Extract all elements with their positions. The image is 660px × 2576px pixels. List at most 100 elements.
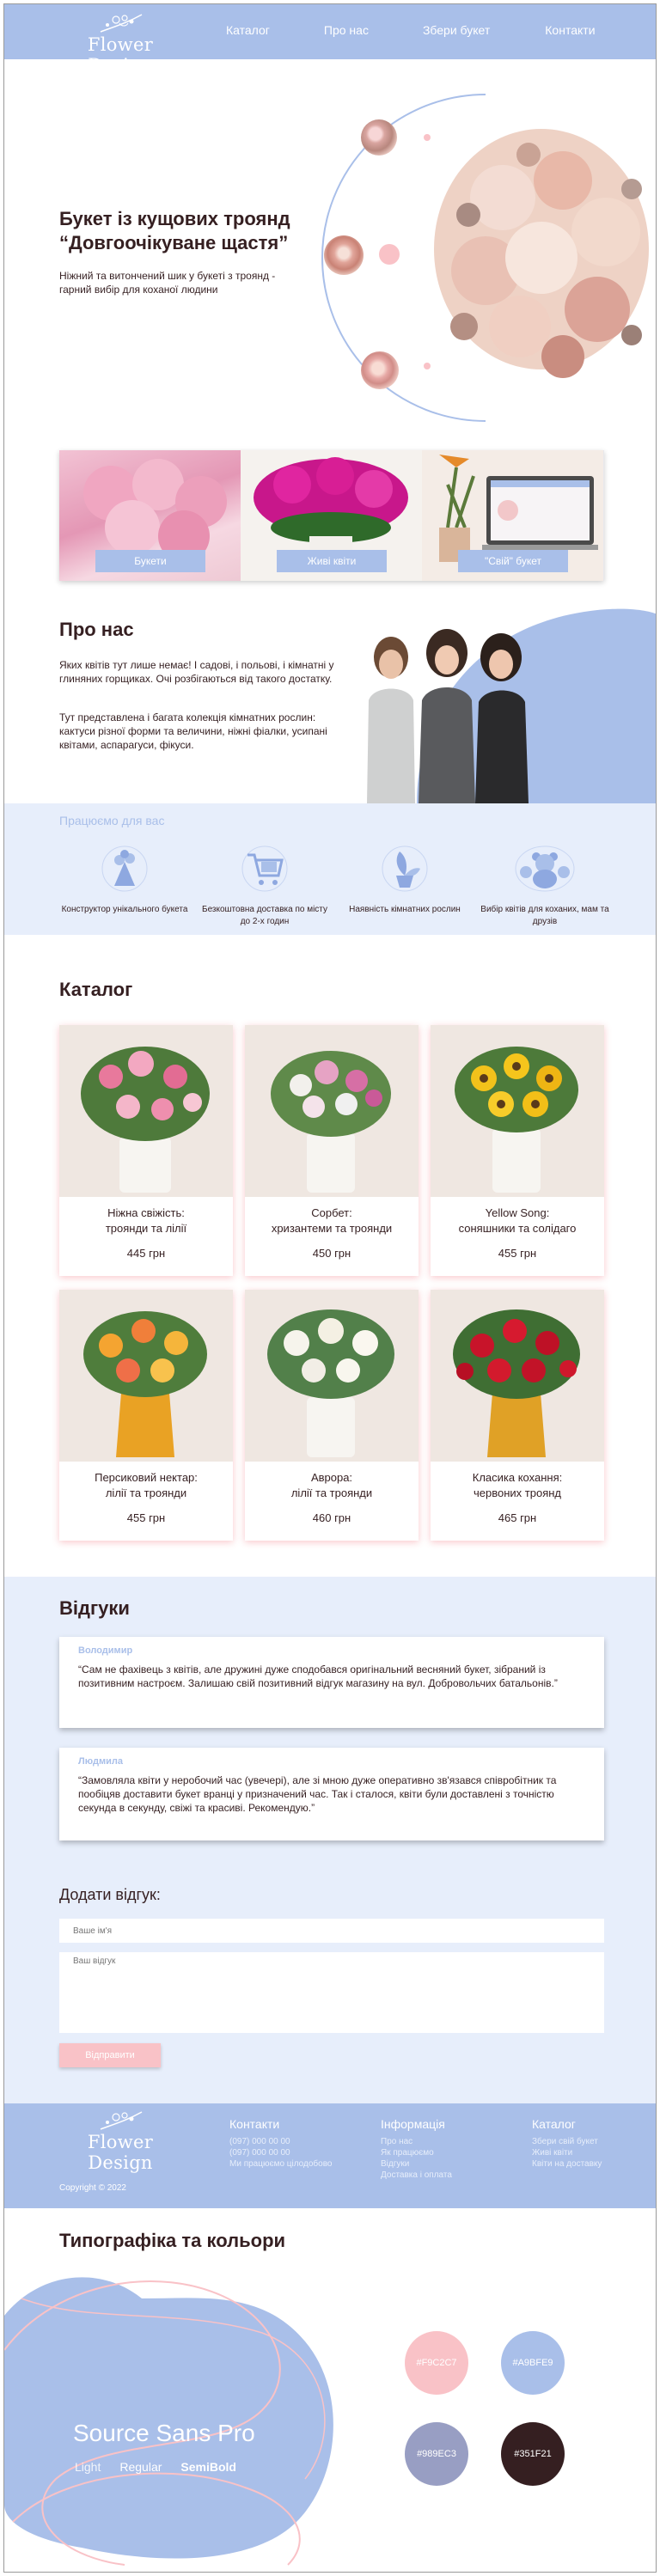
product-price: 455 грн (126, 1511, 166, 1524)
product-name: Yellow Song: соняшники та солідаго (458, 1206, 577, 1235)
hero-bouquet-image (434, 129, 649, 378)
logo-text: Flower Design (87, 34, 154, 76)
product-name: Аврора: лілії та троянди (290, 1471, 373, 1499)
category-bouquets[interactable]: Букети (59, 450, 241, 581)
product-card[interactable]: Сорбет: хризантеми та троянди 450 грн (245, 1025, 419, 1276)
nav-build-bouquet[interactable]: Збери букет (423, 23, 490, 37)
footer-phone[interactable]: (097) 000 00 00 (229, 2147, 332, 2158)
color-swatch-pink: #F9C2C7 (405, 2331, 468, 2395)
product-image (59, 1025, 233, 1197)
review-author: Володимир (78, 1645, 133, 1656)
product-price: 455 грн (498, 1247, 537, 1260)
footer-hours: Ми працюємо цілодобово (229, 2159, 333, 2169)
footer-link[interactable]: Як працюємо (381, 2147, 452, 2158)
footer-logo-text: Flower Design (87, 2132, 154, 2173)
category-live-flowers[interactable]: Живі квіти (241, 450, 422, 581)
footer-link[interactable]: Збери свій букет (532, 2136, 602, 2147)
header: Flower Design Каталог Про нас Збери буке… (4, 4, 656, 76)
product-card[interactable]: Ніжна свіжість: троянди та лілії 445 грн (59, 1025, 233, 1276)
font-weight-semibold: SemiBold (180, 2460, 236, 2474)
font-weight-regular: Regular (119, 2460, 162, 2474)
footer-link[interactable]: Квіти на доставку (532, 2158, 602, 2170)
service-constructor: Конструктор унікального букета (60, 843, 189, 916)
product-price: 460 грн (312, 1511, 351, 1524)
color-swatch-dark: #351F21 (501, 2422, 565, 2486)
product-price: 450 грн (312, 1247, 351, 1260)
footer-catalog-title: Каталог (532, 2117, 576, 2131)
product-card[interactable]: Аврора: лілії та троянди 460 грн (245, 1290, 419, 1541)
color-swatch-blue: #A9BFE9 (501, 2331, 565, 2395)
product-image (245, 1290, 419, 1462)
category-live-flowers-button[interactable]: Живі квіти (277, 550, 387, 572)
font-weights: Light Regular SemiBold (75, 2460, 236, 2474)
nav-about[interactable]: Про нас (324, 23, 369, 37)
product-image (431, 1290, 604, 1462)
product-name: Персиковий нектар: лілії та троянди (95, 1471, 198, 1499)
service-label: Безкоштовна доставка по місту до 2-х год… (202, 905, 327, 926)
main-nav: Каталог Про нас Збери букет Контакти (226, 23, 596, 37)
mini-bouquet-image[interactable] (361, 119, 397, 156)
services-title: Працюємо для вас (59, 814, 165, 827)
product-price: 445 грн (126, 1247, 166, 1260)
page-frame: Flower Design Каталог Про нас Збери буке… (3, 3, 657, 2573)
review-card: Людмила “Замовляла квіти у неробочий час… (59, 1748, 604, 1840)
product-image (431, 1025, 604, 1197)
service-plants: Наявність кімнатних рослин (340, 843, 469, 916)
footer-logo[interactable]: Flower Design (56, 2109, 185, 2173)
category-strip: Букети Живі квіти "Свій" букет (59, 450, 604, 581)
team-photo (367, 608, 656, 803)
footer-contacts: Контакти (097) 000 00 00 (097) 000 00 00… (229, 2117, 332, 2170)
hero-text: Ніжний та витончений шик у букеті з троя… (59, 270, 276, 296)
nav-catalog[interactable]: Каталог (226, 23, 270, 37)
send-review-button[interactable]: Відправити (59, 2043, 161, 2067)
product-card[interactable]: Персиковий нектар: лілії та троянди 455 … (59, 1290, 233, 1541)
catalog-title: Каталог (59, 979, 133, 1000)
footer-phone[interactable]: (097) 000 00 00 (229, 2136, 332, 2147)
reviews-section: Відгуки Володимир “Сам не фахівець з кві… (4, 1577, 656, 2103)
service-label: Наявність кімнатних рослин (349, 905, 461, 914)
flower-branch-icon (100, 14, 143, 33)
footer-link[interactable]: Відгуки (381, 2158, 452, 2170)
nav-contacts[interactable]: Контакти (545, 23, 595, 37)
plant-pot-icon (382, 845, 428, 892)
font-weight-light: Light (75, 2460, 101, 2474)
footer-link[interactable]: Доставка і оплата (381, 2170, 452, 2181)
review-text-input[interactable] (59, 1952, 604, 2033)
service-gifts: Вибір квітів для коханих, мам та друзів (480, 843, 609, 928)
about-paragraph-1: Яких квітів тут лише немає! І садові, і … (59, 659, 334, 685)
footer-contacts-title: Контакти (229, 2117, 280, 2131)
footer-link[interactable]: Живі квіти (532, 2147, 602, 2158)
logo[interactable]: Flower Design (56, 11, 185, 76)
footer-info: Інформація Про нас Як працюємо Відгуки Д… (381, 2117, 452, 2181)
product-name: Класика кохання: червоних троянд (472, 1471, 563, 1499)
about-title: Про нас (59, 619, 134, 640)
service-label: Вибір квітів для коханих, мам та друзів (480, 905, 609, 926)
review-name-input[interactable] (59, 1919, 604, 1943)
typography-blob (4, 2277, 333, 2566)
footer-link[interactable]: Про нас (381, 2136, 452, 2147)
flower-branch-icon (100, 2111, 143, 2130)
typography-title: Типографіка та кольори (59, 2230, 286, 2251)
color-swatch-lavender: #989EC3 (405, 2422, 468, 2486)
cart-icon (241, 845, 288, 892)
category-bouquets-button[interactable]: Букети (95, 550, 205, 572)
product-card[interactable]: Класика кохання: червоних троянд 465 грн (431, 1290, 604, 1541)
product-name: Ніжна свіжість: троянди та лілії (105, 1206, 187, 1235)
mini-bouquet-image[interactable] (324, 235, 364, 275)
category-custom-bouquet-button[interactable]: "Свій" букет (458, 550, 568, 572)
product-card[interactable]: Yellow Song: соняшники та солідаго 455 г… (431, 1025, 604, 1276)
service-delivery: Безкоштовна доставка по місту до 2-х год… (200, 843, 329, 928)
product-name: Сорбет: хризантеми та троянди (271, 1206, 393, 1235)
hero-title: Букет із кущових троянд “Довгоочікуване … (59, 208, 290, 253)
about-paragraph-2: Тут представлена і багата колекція кімна… (59, 711, 327, 751)
footer: Flower Design Copyright © 2022 Контакти … (4, 2103, 656, 2208)
review-author: Людмила (78, 1756, 123, 1767)
mini-bouquet-image[interactable] (361, 351, 399, 389)
add-review-title: Додати відгук: (59, 1886, 161, 1903)
copyright: Copyright © 2022 (59, 2183, 126, 2193)
category-custom-bouquet[interactable]: "Свій" букет (422, 450, 603, 581)
reviews-title: Відгуки (59, 1597, 130, 1619)
services-section: Працюємо для вас Конструктор унікального… (4, 803, 656, 935)
footer-catalog: Каталог Збери свій букет Живі квіти Квіт… (532, 2117, 602, 2170)
footer-info-title: Інформація (381, 2117, 445, 2131)
